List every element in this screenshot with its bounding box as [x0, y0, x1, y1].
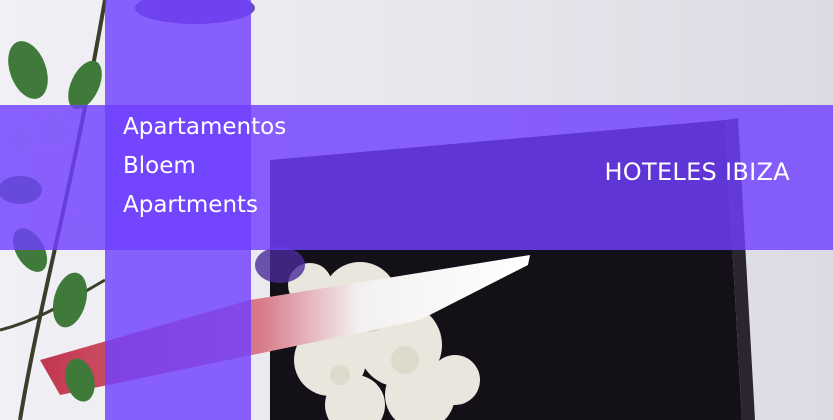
hotel-name-line: Apartamentos: [123, 114, 287, 140]
category-link[interactable]: HOTELES IBIZA: [604, 158, 790, 186]
hotel-name-line: Apartments: [123, 192, 259, 218]
hotel-name[interactable]: Apartamentos Bloem Apartments: [123, 108, 286, 225]
hotel-name-line: Bloem: [123, 153, 196, 179]
hero-banner: Apartamentos Bloem Apartments HOTELES IB…: [0, 0, 833, 420]
